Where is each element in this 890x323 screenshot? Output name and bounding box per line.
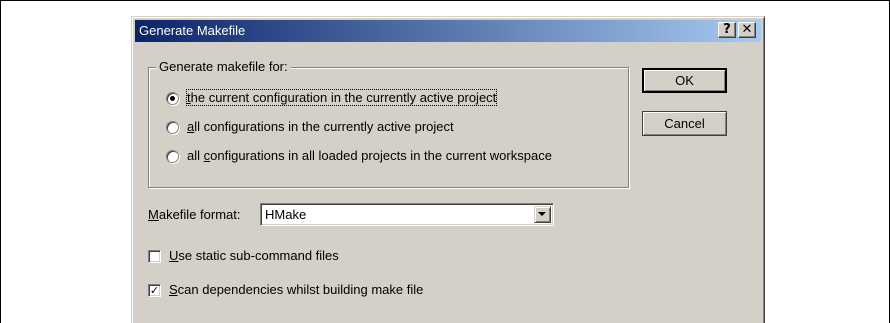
- radio-label-all-configurations-all-projects: all configurations in all loaded project…: [187, 148, 552, 163]
- use-static-subcommand-files-label: Use static sub-command files: [169, 248, 339, 263]
- dialog-title: Generate Makefile: [139, 23, 246, 38]
- radio-button[interactable]: [166, 121, 179, 134]
- title-bar[interactable]: Generate Makefile ? ✕: [135, 20, 761, 42]
- close-icon: ✕: [741, 22, 753, 37]
- scan-dependencies-label: Scan dependencies whilst building make f…: [169, 282, 424, 297]
- makefile-format-value: HMake: [265, 207, 307, 222]
- radio-button-selected[interactable]: [166, 92, 179, 105]
- radio-button[interactable]: [166, 150, 179, 163]
- group-label: Generate makefile for:: [156, 59, 291, 74]
- cancel-button[interactable]: Cancel: [642, 111, 727, 136]
- generate-makefile-dialog: Generate Makefile ? ✕ Generate makefile …: [131, 16, 765, 323]
- dropdown-arrow-icon[interactable]: [534, 206, 551, 223]
- page-border-left: [0, 0, 1, 323]
- ok-button[interactable]: OK: [642, 68, 727, 93]
- checkbox-checked[interactable]: ✓: [148, 284, 161, 297]
- help-button[interactable]: ?: [718, 22, 736, 38]
- makefile-format-dropdown[interactable]: HMake: [260, 203, 554, 226]
- radio-label-all-configurations-active-project: all configurations in the currently acti…: [187, 119, 454, 134]
- close-button[interactable]: ✕: [738, 22, 756, 38]
- makefile-format-label: Makefile format:: [148, 207, 241, 222]
- checkbox-unchecked[interactable]: [148, 250, 161, 263]
- page-border-top: [0, 0, 890, 1]
- radio-label-current-configuration: the current configuration in the current…: [185, 89, 498, 106]
